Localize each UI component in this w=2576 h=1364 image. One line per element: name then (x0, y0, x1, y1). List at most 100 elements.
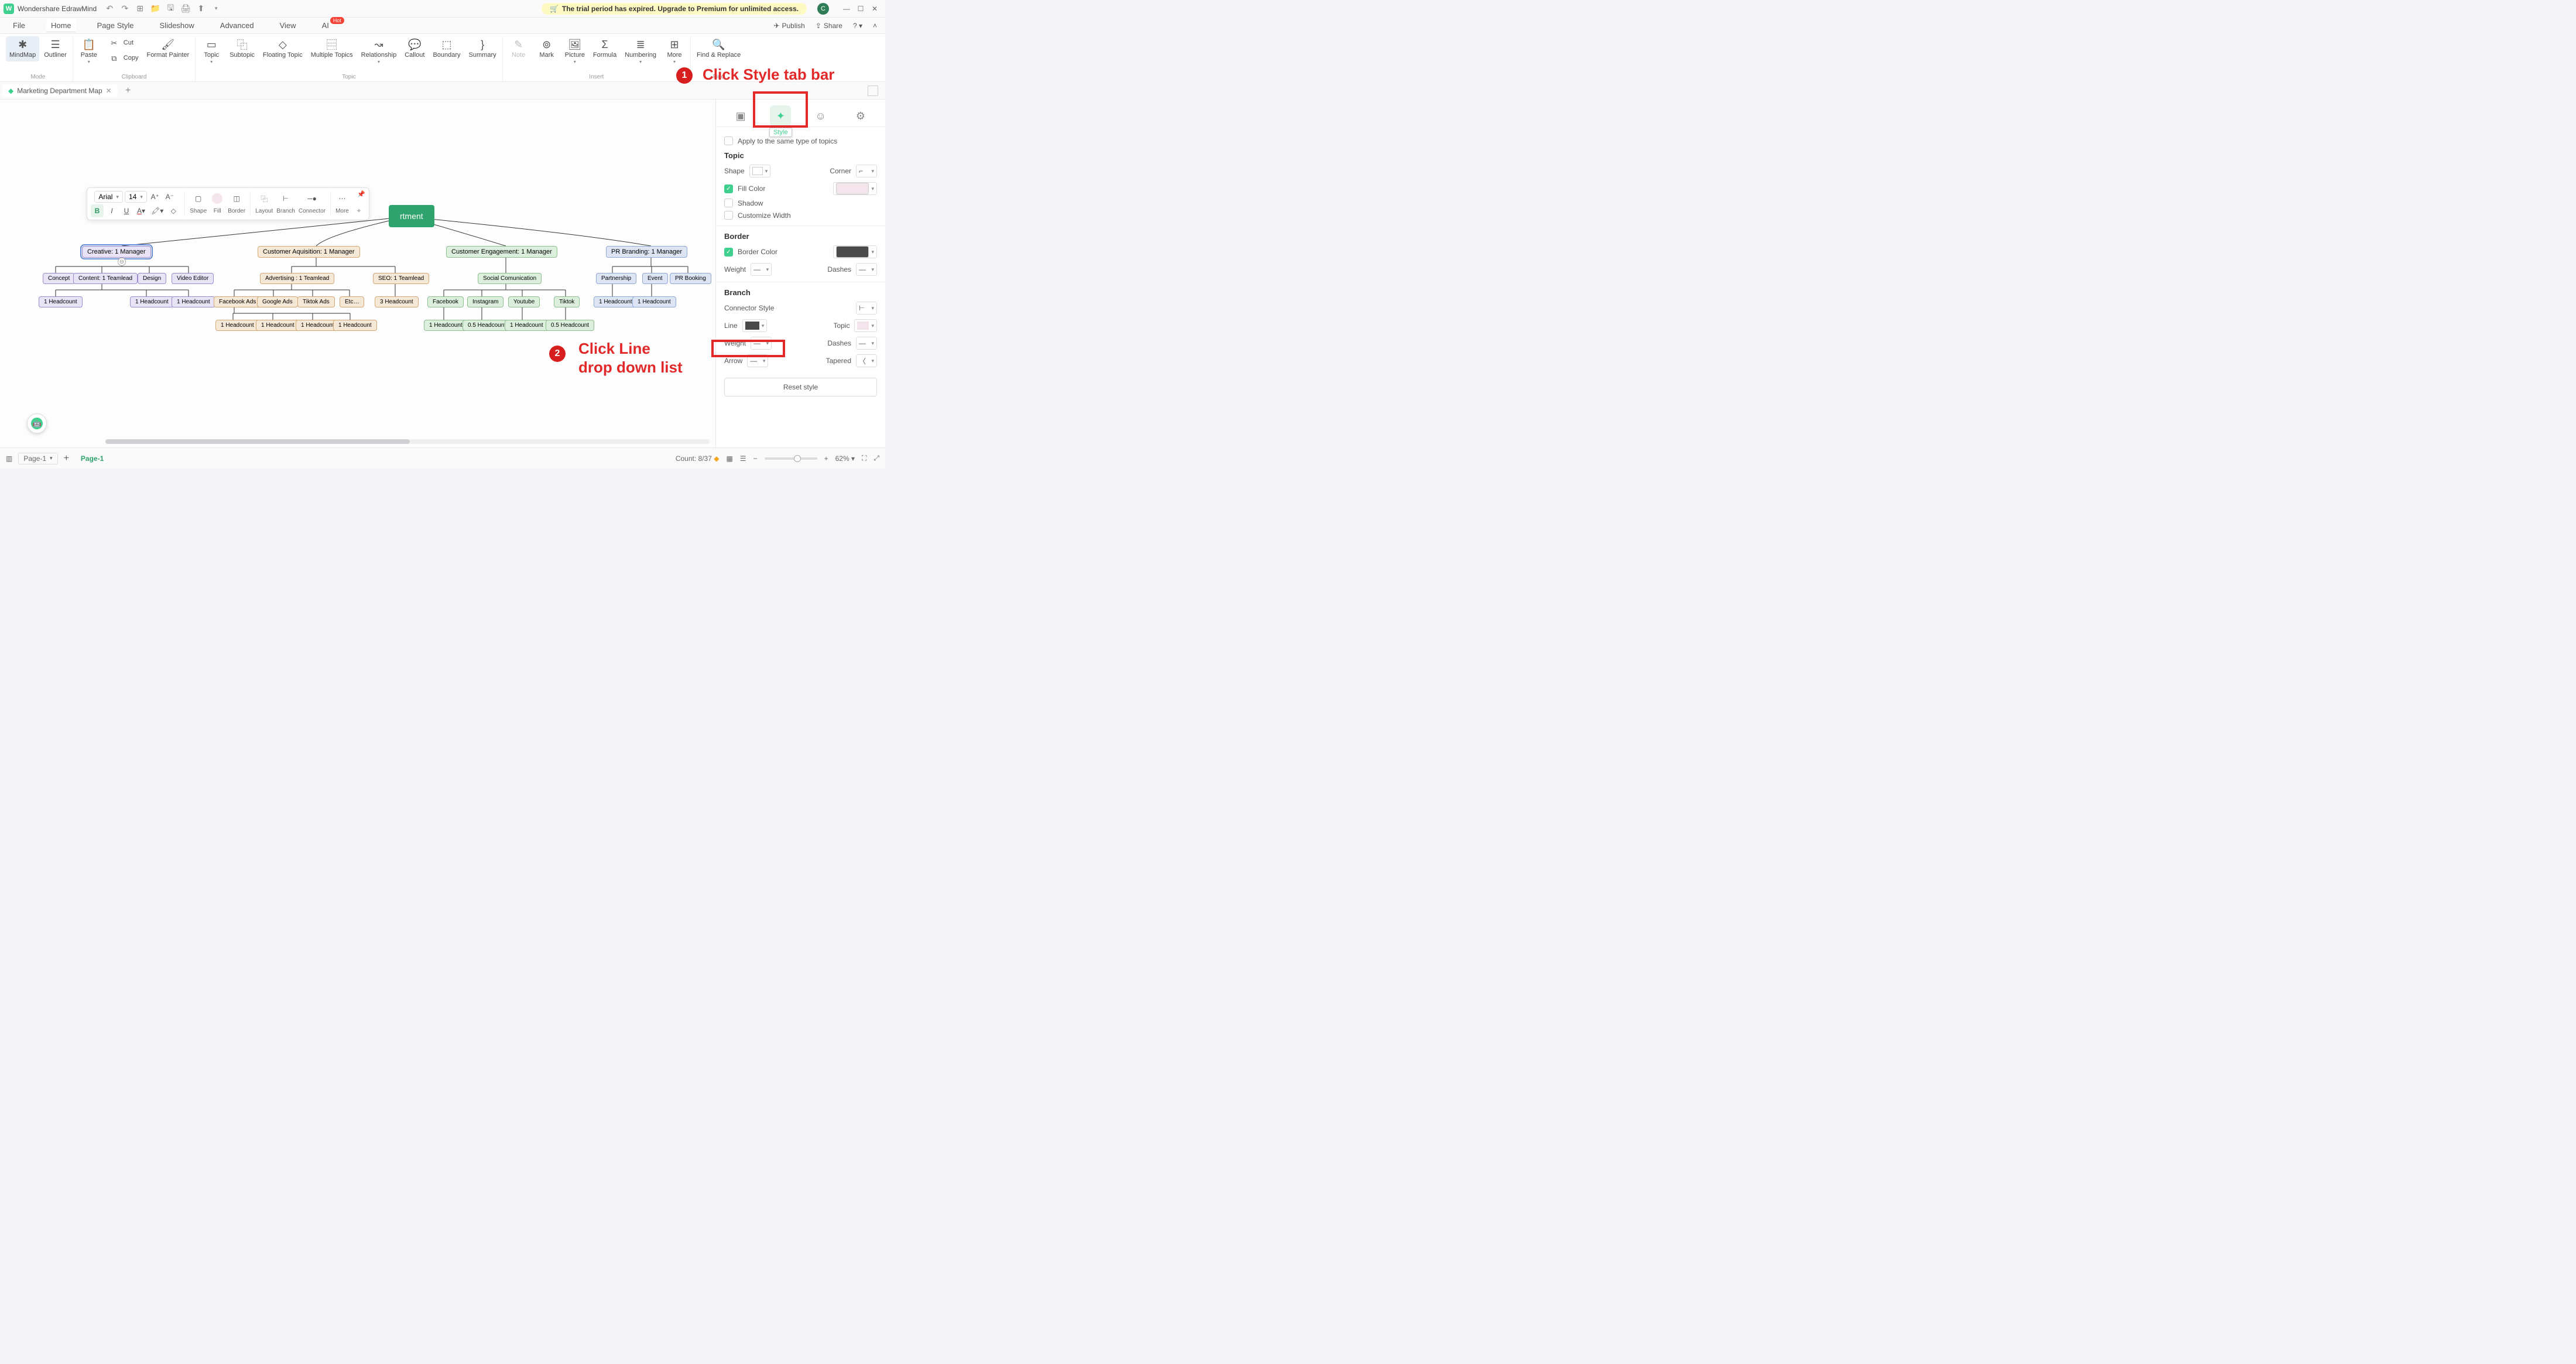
redo-icon[interactable]: ↷ (120, 4, 129, 13)
fullscreen-button[interactable]: ⤢ (873, 454, 879, 463)
trial-banner[interactable]: 🛒 The trial period has expired. Upgrade … (542, 3, 807, 15)
node-seo[interactable]: SEO: 1 Teamlead (373, 273, 429, 284)
subtopic-button[interactable]: ⿻Subtopic (226, 36, 258, 61)
node-pr-branding[interactable]: PR Branding: 1 Manager (606, 246, 687, 258)
zoom-level[interactable]: 62% ▾ (835, 454, 855, 463)
close-tab-button[interactable]: ✕ (106, 87, 112, 95)
publish-button[interactable]: ✈Publish (773, 22, 804, 30)
node-customer-acquisition[interactable]: Customer Aquisition: 1 Manager (258, 246, 360, 258)
add-tab-button[interactable]: + (121, 84, 135, 98)
highlight-button[interactable]: 🖍▾ (149, 204, 165, 217)
underline-button[interactable]: U (120, 204, 133, 217)
node-social-hc3[interactable]: 0.5 Headcount (546, 320, 594, 331)
collapse-ribbon-button[interactable]: ˄ (873, 22, 877, 30)
node-event[interactable]: Event (642, 273, 668, 284)
topic-button[interactable]: ▭Topic▾ (198, 36, 225, 67)
user-avatar[interactable]: C (817, 3, 829, 15)
copy-button[interactable]: ⧉Copy (104, 52, 142, 66)
branch-dashes-dropdown[interactable]: —▾ (856, 337, 877, 350)
close-button[interactable]: ✕ (868, 2, 882, 16)
border-color-dropdown[interactable]: ▾ (833, 245, 877, 258)
node-facebook[interactable]: Facebook (427, 296, 464, 307)
view-grid-icon[interactable]: ▦ (726, 454, 732, 463)
shape-dropdown[interactable]: ▾ (749, 165, 771, 177)
bold-button[interactable]: B (91, 204, 104, 217)
node-ads-hc0[interactable]: 1 Headcount (215, 320, 259, 331)
root-node[interactable]: rtment (389, 205, 434, 227)
new-icon[interactable]: ⊞ (135, 4, 145, 13)
add-page-button[interactable]: + (64, 453, 69, 464)
pin-icon[interactable]: 📌 (357, 190, 365, 198)
save-icon[interactable]: 🖫 (166, 4, 175, 13)
node-partnership[interactable]: Partnership (596, 273, 636, 284)
print-icon[interactable]: 🖨 (181, 4, 190, 13)
line-color-dropdown[interactable]: ▾ (742, 319, 768, 332)
floating-topic-button[interactable]: ◇Floating Topic (259, 36, 306, 61)
node-youtube[interactable]: Youtube (508, 296, 540, 307)
document-tab[interactable]: ◆ Marketing Department Map ✕ (2, 84, 118, 97)
node-social-hc1[interactable]: 0.5 Headcount (463, 320, 511, 331)
note-button[interactable]: ✎Note (505, 36, 532, 61)
node-seo-hc[interactable]: 3 Headcount (375, 296, 419, 307)
customize-width-checkbox[interactable]: Customize Width (724, 211, 877, 220)
summary-button[interactable]: }Summary (465, 36, 500, 61)
branch-topic-color-dropdown[interactable]: ▾ (854, 319, 877, 332)
ai-assistant-fab[interactable]: 🤖 (27, 413, 47, 433)
apply-same-type-checkbox[interactable]: Apply to the same type of topics (724, 136, 877, 145)
canvas[interactable]: 📌 Arial▾ 14▾ A⁺ A⁻ B I U A▾ 🖍▾ ◇ ▢Shape … (0, 100, 715, 447)
help-button[interactable]: ? ▾ (853, 22, 862, 30)
italic-button[interactable]: I (105, 204, 118, 217)
node-ads-hc3[interactable]: 1 Headcount (333, 320, 377, 331)
node-pr-hc0[interactable]: 1 Headcount (594, 296, 638, 307)
node-concept[interactable]: Concept (43, 273, 75, 284)
shape-tool[interactable]: ▢ (192, 190, 205, 207)
font-select[interactable]: Arial▾ (94, 191, 123, 203)
export-chevron-icon[interactable]: ▾ (211, 4, 221, 13)
find-replace-button[interactable]: 🔍Find & Replace (693, 36, 744, 61)
shadow-checkbox[interactable]: Shadow (724, 199, 877, 207)
zoom-out-button[interactable]: − (753, 454, 758, 463)
open-icon[interactable]: 📁 (150, 4, 160, 13)
share-button[interactable]: ⇪Share (816, 22, 842, 30)
node-content[interactable]: Content: 1 Teamlead (73, 273, 138, 284)
font-color-button[interactable]: A▾ (135, 204, 148, 217)
more-insert-button[interactable]: ⊞More▾ (661, 36, 688, 67)
grow-font-button[interactable]: A⁺ (149, 190, 162, 203)
node-design[interactable]: Design (138, 273, 166, 284)
reset-style-button[interactable]: Reset style (724, 378, 877, 396)
add-child-button[interactable]: ⊖ (118, 258, 126, 266)
zoom-in-button[interactable]: + (824, 454, 828, 463)
pages-icon[interactable]: ▥ (6, 454, 12, 463)
corner-dropdown[interactable]: ⌐▾ (856, 165, 877, 177)
fill-color-checkbox[interactable]: ✓Fill Color ▾ (724, 182, 877, 195)
node-ads-hc1[interactable]: 1 Headcount (256, 320, 300, 331)
boundary-button[interactable]: ⬚Boundary (429, 36, 464, 61)
border-weight-dropdown[interactable]: —▾ (751, 263, 772, 276)
node-fb-ads[interactable]: Facebook Ads (214, 296, 261, 307)
tapered-dropdown[interactable]: 〈▾ (856, 354, 877, 367)
node-advertising[interactable]: Advertising : 1 Teamlead (260, 273, 334, 284)
node-social-hc0[interactable]: 1 Headcount (424, 320, 468, 331)
panel-toggle-button[interactable] (868, 86, 878, 96)
border-tool[interactable]: ◫ (230, 190, 243, 207)
formula-button[interactable]: ΣFormula (590, 36, 620, 61)
node-pr-hc1[interactable]: 1 Headcount (632, 296, 676, 307)
outliner-mode-button[interactable]: ☰Outliner (40, 36, 70, 61)
minimize-button[interactable]: — (840, 2, 854, 16)
panel-tab-settings[interactable]: ⚙ (850, 105, 871, 127)
border-dashes-dropdown[interactable]: —▾ (856, 263, 877, 276)
numbering-button[interactable]: ≣Numbering▾ (621, 36, 660, 67)
panel-tab-layout[interactable]: ▣ (730, 105, 751, 127)
node-etc[interactable]: Etc… (340, 296, 364, 307)
paste-button[interactable]: 📋Paste▾ (76, 36, 102, 67)
callout-button[interactable]: 💬Callout (401, 36, 428, 61)
active-page-label[interactable]: Page-1 (75, 454, 109, 463)
node-customer-engagement[interactable]: Customer Engagement: 1 Manager (446, 246, 557, 258)
view-list-icon[interactable]: ☰ (740, 454, 746, 463)
menu-slideshow[interactable]: Slideshow (155, 19, 199, 32)
connector-tool[interactable]: ─● (306, 190, 318, 207)
node-creative[interactable]: Creative: 1 Manager (82, 246, 151, 258)
panel-tab-icon[interactable]: ☺ (810, 105, 831, 127)
fill-tool[interactable] (210, 190, 224, 207)
node-creative-hc1[interactable]: 1 Headcount (130, 296, 174, 307)
